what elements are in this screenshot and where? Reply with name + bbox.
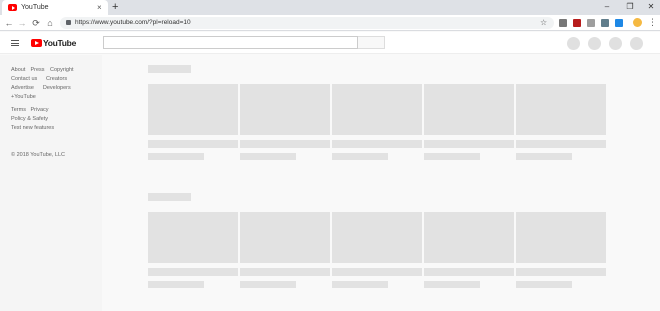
video-thumbnail-placeholder[interactable] — [240, 84, 330, 135]
back-button[interactable]: ← — [4, 17, 14, 29]
forward-button[interactable]: → — [17, 17, 27, 29]
video-title-placeholder — [332, 140, 422, 148]
video-title-placeholder — [332, 268, 422, 276]
video-title-placeholder — [424, 140, 514, 148]
shelf-title-placeholder — [148, 193, 191, 201]
bookmark-star-icon[interactable]: ☆ — [540, 17, 547, 29]
video-title-placeholder — [148, 140, 238, 148]
video-thumbnail-placeholder[interactable] — [332, 84, 422, 135]
new-tab-button[interactable]: + — [112, 1, 118, 13]
guide-link[interactable]: Creators — [46, 75, 67, 83]
youtube-masthead: YouTube — [0, 32, 660, 54]
guide-link[interactable]: Advertise — [11, 84, 34, 92]
video-meta-placeholder — [516, 153, 572, 160]
video-thumbnail-placeholder[interactable] — [148, 84, 238, 135]
browser-tab-strip: YouTube × + – ❐ ✕ — [0, 0, 660, 15]
video-thumbnail-placeholder[interactable] — [148, 212, 238, 263]
video-title-placeholder — [240, 268, 330, 276]
guide-link[interactable]: Contact us — [11, 75, 37, 83]
guide-link[interactable]: About — [11, 66, 25, 74]
video-meta-placeholder — [240, 153, 296, 160]
browser-tab[interactable]: YouTube × — [2, 0, 108, 15]
video-meta-placeholder — [424, 153, 480, 160]
menu-hamburger-icon[interactable] — [11, 40, 19, 46]
shelf-title-placeholder — [148, 65, 191, 73]
tab-close-icon[interactable]: × — [97, 2, 102, 13]
home-button[interactable]: ⌂ — [45, 17, 55, 29]
video-meta-placeholder — [240, 281, 296, 288]
guide-link[interactable]: Press — [31, 66, 45, 74]
guide-link[interactable]: Privacy — [31, 106, 49, 114]
video-thumbnail-placeholder[interactable] — [516, 84, 606, 135]
video-title-placeholder — [240, 140, 330, 148]
reload-button[interactable]: ⟳ — [31, 17, 41, 29]
browser-toolbar: ← → ⟳ ⌂ https://www.youtube.com/?pl=relo… — [0, 15, 660, 31]
masthead-button-placeholder[interactable] — [567, 37, 580, 50]
video-thumbnail-placeholder[interactable] — [424, 212, 514, 263]
video-meta-placeholder — [332, 281, 388, 288]
video-meta-placeholder — [148, 153, 204, 160]
minimize-button[interactable]: – — [601, 1, 613, 13]
masthead-button-placeholder[interactable] — [609, 37, 622, 50]
address-bar[interactable]: https://www.youtube.com/?pl=reload=10 ☆ — [60, 17, 554, 29]
video-thumbnail-placeholder[interactable] — [516, 212, 606, 263]
video-thumbnail-placeholder[interactable] — [424, 84, 514, 135]
search-input[interactable] — [103, 36, 358, 49]
lock-icon — [66, 20, 71, 25]
extension-icon-3[interactable] — [587, 19, 595, 27]
video-title-placeholder — [424, 268, 514, 276]
video-meta-placeholder — [148, 281, 204, 288]
guide-link[interactable]: Developers — [43, 84, 71, 92]
guide-link[interactable]: Copyright — [50, 66, 74, 74]
video-meta-placeholder — [516, 281, 572, 288]
url-text[interactable]: https://www.youtube.com/?pl=reload=10 — [75, 17, 191, 29]
profile-avatar-icon[interactable] — [633, 18, 642, 27]
guide-link[interactable]: Terms — [11, 106, 26, 114]
masthead-button-placeholder[interactable] — [588, 37, 601, 50]
video-meta-placeholder — [424, 281, 480, 288]
youtube-favicon-icon — [8, 4, 17, 11]
video-thumbnail-placeholder[interactable] — [240, 212, 330, 263]
extension-icon-5[interactable] — [615, 19, 623, 27]
video-meta-placeholder — [332, 153, 388, 160]
video-title-placeholder — [516, 268, 606, 276]
video-title-placeholder — [148, 268, 238, 276]
guide-link[interactable]: Policy & Safety — [11, 115, 48, 123]
masthead-button-placeholder[interactable] — [630, 37, 643, 50]
youtube-play-icon — [31, 39, 42, 47]
guide-sidebar: About Press Copyright Contact us Creators Adv… — [0, 55, 102, 311]
youtube-logo-text: YouTube — [43, 38, 76, 48]
extension-icon-1[interactable] — [559, 19, 567, 27]
video-title-placeholder — [516, 140, 606, 148]
extension-icon-4[interactable] — [601, 19, 609, 27]
video-thumbnail-placeholder[interactable] — [332, 212, 422, 263]
browser-menu-icon[interactable]: ⋮ — [648, 16, 657, 28]
extension-icon-2[interactable] — [573, 19, 581, 27]
maximize-button[interactable]: ❐ — [624, 1, 636, 13]
tab-title: YouTube — [21, 4, 49, 11]
close-window-button[interactable]: ✕ — [645, 1, 657, 13]
guide-link[interactable]: Test new features — [11, 124, 54, 132]
copyright-text: © 2018 YouTube, LLC — [11, 152, 66, 158]
guide-link[interactable]: +YouTube — [11, 93, 36, 101]
search-button[interactable] — [358, 36, 385, 49]
